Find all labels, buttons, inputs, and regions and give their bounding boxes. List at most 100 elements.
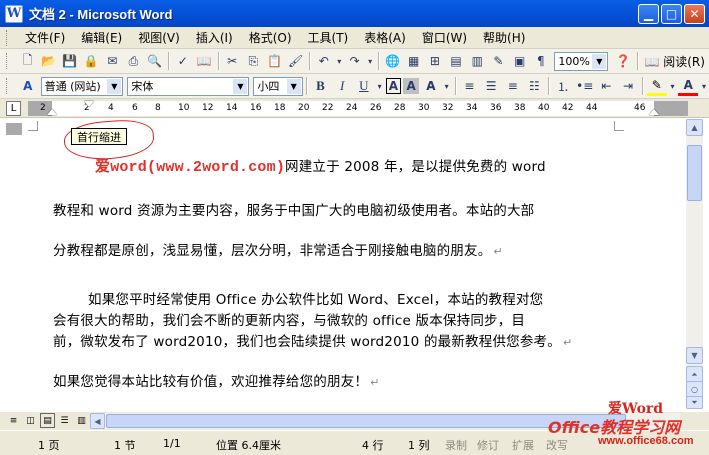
paragraph-2-line-2[interactable]: 会有很大的帮助，我们会不断的更新内容，与微软的 office 版本保持同步，目 bbox=[53, 309, 525, 329]
permission-icon[interactable]: 🔒 bbox=[81, 51, 100, 71]
paragraph-3-line-1[interactable]: 如果您觉得本站比较有价值，欢迎推荐给您的朋友！ ↵ bbox=[53, 370, 380, 390]
char-scale-dropdown-icon[interactable]: ▾ bbox=[443, 76, 451, 96]
menu-file[interactable]: 文件(F) bbox=[17, 29, 73, 46]
status-record[interactable]: 录制 bbox=[445, 437, 467, 453]
highlight-dropdown-icon[interactable]: ▾ bbox=[669, 76, 677, 96]
format-painter-icon[interactable]: 🖌 bbox=[286, 51, 305, 71]
menu-tools[interactable]: 工具(T) bbox=[300, 29, 357, 46]
scroll-left-icon[interactable]: ◀ bbox=[90, 413, 105, 429]
tables-borders-icon[interactable]: ▦ bbox=[404, 51, 423, 71]
menu-format[interactable]: 格式(O) bbox=[241, 29, 300, 46]
paragraph-1-line-3[interactable]: 分教程都是原创，浅显易懂，层次分明，非常适合于刚接触电脑的朋友。 ↵ bbox=[53, 239, 503, 259]
status-track[interactable]: 修订 bbox=[477, 437, 499, 453]
char-border-icon[interactable]: A bbox=[385, 78, 402, 94]
bold-icon[interactable]: B bbox=[311, 76, 331, 96]
align-right-icon[interactable]: ≡ bbox=[503, 76, 523, 96]
zoom-select[interactable]: 100% ▼ bbox=[554, 51, 609, 71]
style-select[interactable]: 普通 (网站) ▼ bbox=[40, 76, 124, 96]
print-layout-icon[interactable]: ▤ bbox=[40, 413, 55, 428]
insert-excel-icon[interactable]: ▤ bbox=[446, 51, 465, 71]
hanging-indent-marker[interactable] bbox=[47, 109, 57, 115]
email-icon[interactable]: ✉ bbox=[103, 51, 122, 71]
spelling-icon[interactable]: ✓ bbox=[173, 51, 192, 71]
web-layout-icon[interactable]: ◫ bbox=[23, 413, 38, 428]
menu-window[interactable]: 窗口(W) bbox=[414, 29, 475, 46]
undo-dropdown-icon[interactable]: ▾ bbox=[335, 51, 343, 71]
cut-icon[interactable]: ✂ bbox=[223, 51, 242, 71]
paragraph-1-line-1[interactable]: 爱word(www.2word.com)网建立于 2008 年，是以提供免费的 … bbox=[95, 155, 546, 176]
font-size-select[interactable]: 小四 ▼ bbox=[253, 76, 303, 96]
normal-view-icon[interactable]: ≡ bbox=[6, 413, 21, 428]
toolbar-grip[interactable] bbox=[6, 78, 9, 94]
chevron-down-icon[interactable]: ▼ bbox=[592, 53, 607, 69]
horizontal-ruler[interactable]: 2 2 4 6 8 10 12 14 16 18 20 22 24 26 28 … bbox=[28, 101, 688, 116]
maximize-button[interactable]: □ bbox=[661, 4, 682, 24]
menu-help[interactable]: 帮助(H) bbox=[475, 29, 533, 46]
save-icon[interactable]: 💾 bbox=[60, 51, 79, 71]
undo-icon[interactable]: ↶ bbox=[314, 51, 333, 71]
redo-icon[interactable]: ↷ bbox=[345, 51, 364, 71]
scroll-up-icon[interactable]: ▲ bbox=[686, 119, 703, 136]
menu-view[interactable]: 视图(V) bbox=[130, 29, 188, 46]
paragraph-1-line-2[interactable]: 教程和 word 资源为主要内容，服务于中国广大的电脑初级使用者。本站的大部 bbox=[53, 199, 534, 219]
font-color-icon[interactable]: A bbox=[678, 76, 699, 96]
styles-formatting-icon[interactable]: A bbox=[18, 76, 38, 96]
print-preview-icon[interactable]: 🔍 bbox=[145, 51, 164, 71]
copy-icon[interactable]: ⎘ bbox=[244, 51, 263, 71]
chevron-down-icon[interactable]: ▼ bbox=[107, 78, 122, 94]
word-app-icon[interactable]: W bbox=[5, 4, 23, 23]
chevron-down-icon[interactable]: ▼ bbox=[233, 78, 248, 94]
menu-grip[interactable] bbox=[6, 29, 9, 46]
chevron-down-icon[interactable]: ▼ bbox=[286, 78, 301, 94]
open-folder-icon[interactable]: 📂 bbox=[39, 51, 58, 71]
insert-table-icon[interactable]: ⊞ bbox=[425, 51, 444, 71]
right-indent-marker[interactable] bbox=[649, 109, 659, 115]
underline-icon[interactable]: U bbox=[354, 76, 374, 96]
hyperlink-icon[interactable]: 🌐 bbox=[383, 51, 402, 71]
bullets-icon[interactable]: •≡ bbox=[575, 76, 595, 96]
underline-dropdown-icon[interactable]: ▾ bbox=[376, 76, 384, 96]
highlight-icon[interactable]: ✎ bbox=[646, 76, 667, 96]
vertical-ruler[interactable] bbox=[6, 123, 22, 409]
vertical-scroll-thumb[interactable] bbox=[687, 145, 702, 201]
close-button[interactable]: ✕ bbox=[684, 4, 705, 24]
justify-icon[interactable]: ☷ bbox=[525, 76, 545, 96]
reading-layout-button[interactable]: 📖 阅读(R) bbox=[640, 53, 708, 70]
paragraph-2-line-3[interactable]: 前，微软发布了 word2010，我们也会陆续提供 word2010 的最新教程… bbox=[53, 330, 572, 350]
reading-view-icon[interactable]: ▥ bbox=[74, 413, 89, 428]
decrease-indent-icon[interactable]: ⇤ bbox=[597, 76, 617, 96]
font-color-dropdown-icon[interactable]: ▾ bbox=[700, 76, 708, 96]
research-icon[interactable]: 📖 bbox=[194, 51, 213, 71]
menu-edit[interactable]: 编辑(E) bbox=[73, 29, 130, 46]
redo-dropdown-icon[interactable]: ▾ bbox=[366, 51, 374, 71]
document-map-icon[interactable]: ▣ bbox=[510, 51, 529, 71]
italic-icon[interactable]: I bbox=[332, 76, 352, 96]
tab-selector[interactable]: L bbox=[6, 101, 21, 116]
status-extend[interactable]: 扩展 bbox=[512, 437, 534, 453]
drawing-icon[interactable]: ✎ bbox=[489, 51, 508, 71]
menu-insert[interactable]: 插入(I) bbox=[188, 29, 241, 46]
menu-table[interactable]: 表格(A) bbox=[356, 29, 414, 46]
toolbar-grip[interactable] bbox=[6, 53, 9, 69]
numbering-icon[interactable]: ⒈ bbox=[553, 76, 573, 96]
paragraph-2-line-1[interactable]: 如果您平时经常使用 Office 办公软件比如 Word、Excel，本站的教程… bbox=[88, 288, 543, 308]
char-scale-icon[interactable]: A̵ bbox=[421, 76, 441, 96]
minimize-button[interactable]: ▁ bbox=[638, 4, 659, 24]
columns-icon[interactable]: ▥ bbox=[468, 51, 487, 71]
help-icon[interactable]: ❓ bbox=[613, 51, 632, 71]
align-left-icon[interactable]: ≡ bbox=[460, 76, 480, 96]
align-center-icon[interactable]: ☰ bbox=[481, 76, 501, 96]
paste-icon[interactable]: 📋 bbox=[265, 51, 284, 71]
show-hide-icon[interactable]: ¶ bbox=[531, 51, 550, 71]
next-page-icon[interactable]: ⏷ bbox=[686, 396, 703, 409]
outline-view-icon[interactable]: ☰ bbox=[57, 413, 72, 428]
increase-indent-icon[interactable]: ⇥ bbox=[618, 76, 638, 96]
scroll-down-icon[interactable]: ▼ bbox=[686, 347, 703, 364]
status-overtype[interactable]: 改写 bbox=[546, 437, 568, 453]
vertical-scrollbar[interactable]: ▲ ▼ ⏶ ○ ⏷ bbox=[686, 119, 703, 409]
first-line-indent-marker[interactable] bbox=[84, 101, 94, 107]
new-document-icon[interactable]: 🗋 bbox=[18, 51, 37, 71]
char-shading-icon[interactable]: A bbox=[403, 78, 420, 94]
font-select[interactable]: 宋体 ▼ bbox=[127, 76, 250, 96]
print-icon[interactable]: ⎙ bbox=[124, 51, 143, 71]
